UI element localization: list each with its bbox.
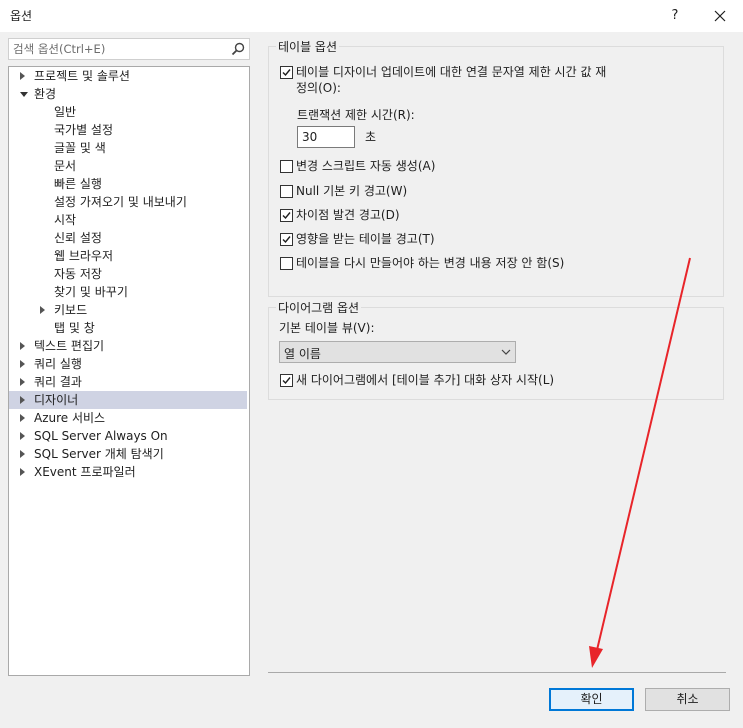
tree-item-label: 환경 [34, 87, 57, 101]
seconds-unit-label: 초 [365, 130, 377, 144]
checkbox-box[interactable] [280, 374, 293, 387]
tree-item-label: XEvent 프로파일러 [34, 465, 136, 479]
title-bar: 옵션 ? [0, 0, 743, 32]
transaction-timeout-label: 트랜잭션 제한 시간(R): [297, 108, 415, 122]
close-icon [714, 10, 726, 22]
search-icon[interactable] [231, 42, 245, 56]
separator [268, 672, 726, 673]
cancel-button[interactable]: 취소 [645, 688, 730, 711]
tree-item-label: 국가별 설정 [54, 123, 114, 137]
collapse-arrow-icon[interactable] [20, 360, 25, 368]
tree-item[interactable]: 프로젝트 및 솔루션 [9, 67, 247, 85]
checkbox-box[interactable] [280, 66, 293, 79]
tree-item-label: 자동 저장 [54, 267, 102, 281]
checkbox-box[interactable] [280, 257, 293, 270]
checkbox-label: 차이점 발견 경고(D) [296, 208, 400, 222]
tree-item[interactable]: 빠른 실행 [9, 175, 247, 193]
collapse-arrow-icon[interactable] [20, 396, 25, 404]
tree-item[interactable]: 문서 [9, 157, 247, 175]
collapse-arrow-icon[interactable] [20, 342, 25, 350]
tree-item-label: SQL Server Always On [34, 429, 168, 443]
ok-button[interactable]: 확인 [549, 688, 634, 711]
checkmark-icon [282, 236, 291, 244]
tree-item-label: 키보드 [54, 303, 88, 317]
collapse-arrow-icon[interactable] [20, 450, 25, 458]
collapse-arrow-icon[interactable] [20, 468, 25, 476]
checkbox-label: 변경 스크립트 자동 생성(A) [296, 159, 436, 173]
tree-item[interactable]: 신뢰 설정 [9, 229, 247, 247]
tree-item-label: 텍스트 편집기 [34, 339, 105, 353]
options-tree[interactable]: 프로젝트 및 솔루션환경일반국가별 설정글꼴 및 색문서빠른 실행설정 가져오기… [8, 66, 250, 676]
tree-item-label: 빠른 실행 [54, 177, 102, 191]
tree-item[interactable]: SQL Server Always On [9, 427, 247, 445]
checkmark-icon [282, 212, 291, 220]
checkbox-box[interactable] [280, 209, 293, 222]
checkbox-box[interactable] [280, 185, 293, 198]
checkbox-label: 새 다이어그램에서 [테이블 추가] 대화 상자 시작(L) [296, 373, 555, 387]
tree-item[interactable]: 찾기 및 바꾸기 [9, 283, 247, 301]
collapse-arrow-icon[interactable] [40, 306, 45, 314]
tree-item-label: SQL Server 개체 탐색기 [34, 447, 164, 461]
tree-item[interactable]: 디자이너 [9, 391, 247, 409]
collapse-arrow-icon[interactable] [20, 414, 25, 422]
tree-item-label: 프로젝트 및 솔루션 [34, 69, 130, 83]
tree-item-label: 일반 [54, 105, 77, 119]
table-options-title: 테이블 옵션 [276, 38, 340, 55]
select-value: 열 이름 [284, 347, 321, 361]
window-title: 옵션 [10, 9, 33, 23]
transaction-timeout-input[interactable]: 30 [297, 126, 355, 148]
tree-item[interactable]: 키보드 [9, 301, 247, 319]
tree-item[interactable]: 자동 저장 [9, 265, 247, 283]
tree-item[interactable]: XEvent 프로파일러 [9, 463, 247, 481]
tree-item[interactable]: 쿼리 실행 [9, 355, 247, 373]
connection-timeout-label-line2: 정의(O): [296, 81, 341, 95]
checkbox-label: 테이블 디자이너 업데이트에 대한 연결 문자열 제한 시간 값 재 [296, 65, 607, 79]
tree-item[interactable]: Azure 서비스 [9, 409, 247, 427]
tree-item[interactable]: 국가별 설정 [9, 121, 247, 139]
checkbox-box[interactable] [280, 160, 293, 173]
tree-item[interactable]: 시작 [9, 211, 247, 229]
search-input[interactable] [9, 39, 228, 59]
chevron-down-icon [501, 349, 511, 355]
diagram-options-title: 다이어그램 옵션 [276, 299, 362, 316]
tree-item[interactable]: 웹 브라우저 [9, 247, 247, 265]
tree-item[interactable]: 일반 [9, 103, 247, 121]
tree-item-label: 문서 [54, 159, 77, 173]
tree-item-label: 시작 [54, 213, 77, 227]
checkmark-icon [282, 377, 291, 385]
collapse-arrow-icon[interactable] [20, 432, 25, 440]
tree-item[interactable]: 탭 및 창 [9, 319, 247, 337]
tree-item[interactable]: 설정 가져오기 및 내보내기 [9, 193, 247, 211]
tree-item[interactable]: 텍스트 편집기 [9, 337, 247, 355]
collapse-arrow-icon[interactable] [20, 72, 25, 80]
checkmark-icon [282, 69, 291, 77]
collapse-arrow-icon[interactable] [20, 378, 25, 386]
search-box[interactable] [8, 38, 250, 60]
tree-item-label: Azure 서비스 [34, 411, 106, 425]
tree-item[interactable]: 글꼴 및 색 [9, 139, 247, 157]
checkbox-label: 테이블을 다시 만들어야 하는 변경 내용 저장 안 함(S) [296, 256, 565, 270]
help-button[interactable]: ? [662, 4, 688, 28]
tree-item-label: 찾기 및 바꾸기 [54, 285, 128, 299]
tree-item-label: 탭 및 창 [54, 321, 95, 335]
tree-item-label: 글꼴 및 색 [54, 141, 106, 155]
default-table-view-select[interactable]: 열 이름 [279, 341, 516, 363]
tree-item[interactable]: 환경 [9, 85, 247, 103]
tree-item[interactable]: SQL Server 개체 탐색기 [9, 445, 247, 463]
tree-item-label: 쿼리 결과 [34, 375, 82, 389]
tree-item-label: 신뢰 설정 [54, 231, 102, 245]
checkbox-label: 영향을 받는 테이블 경고(T) [296, 232, 435, 246]
close-button[interactable] [706, 4, 734, 28]
checkbox-label: Null 기본 키 경고(W) [296, 184, 408, 198]
tree-item[interactable]: 쿼리 결과 [9, 373, 247, 391]
tree-item-label: 쿼리 실행 [34, 357, 82, 371]
expand-arrow-icon[interactable] [20, 92, 28, 97]
tree-item-label: 웹 브라우저 [54, 249, 114, 263]
checkbox-box[interactable] [280, 233, 293, 246]
tree-item-label: 디자이너 [34, 393, 79, 407]
tree-item-label: 설정 가져오기 및 내보내기 [54, 195, 187, 209]
default-table-view-label: 기본 테이블 뷰(V): [279, 321, 375, 335]
